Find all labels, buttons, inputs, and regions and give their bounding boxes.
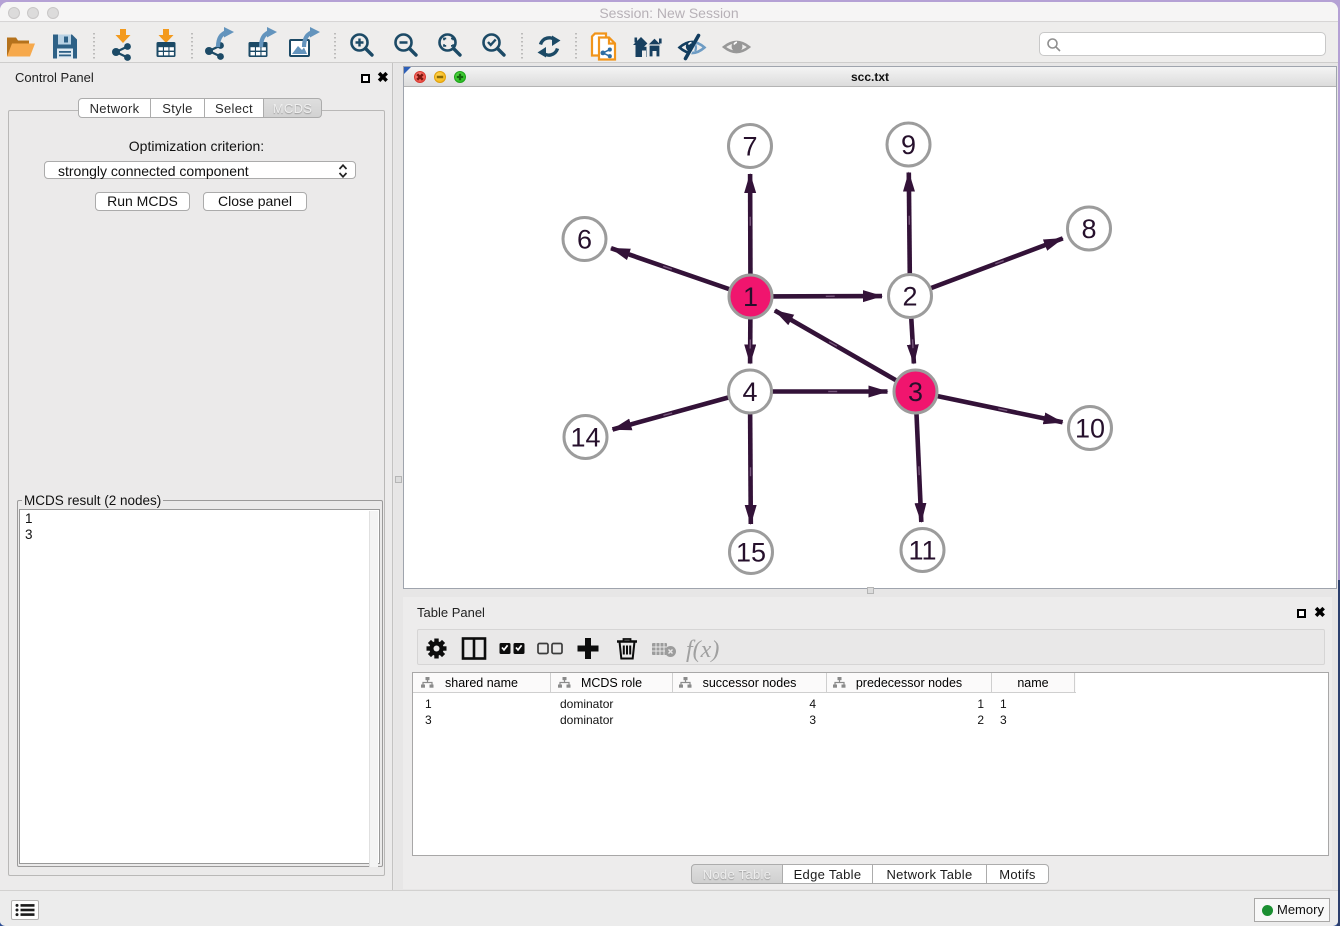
- svg-text:8: 8: [1081, 214, 1096, 244]
- svg-text:f(x): f(x): [686, 637, 719, 663]
- svg-text:6: 6: [577, 225, 592, 255]
- svg-text:15: 15: [736, 538, 766, 568]
- svg-text:2: 2: [902, 282, 917, 312]
- svg-text:7: 7: [742, 132, 757, 162]
- svg-text:11: 11: [908, 536, 936, 566]
- svg-text:4: 4: [742, 377, 757, 407]
- svg-text:1: 1: [743, 282, 758, 312]
- svg-text:9: 9: [901, 130, 916, 160]
- svg-text:10: 10: [1075, 414, 1105, 444]
- svg-text:3: 3: [908, 377, 923, 407]
- svg-text:14: 14: [570, 423, 600, 453]
